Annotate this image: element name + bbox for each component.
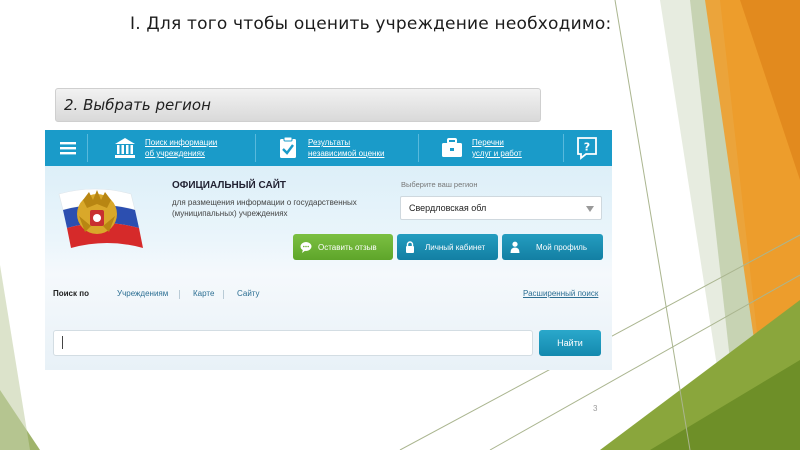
site-description: для размещения информации о государствен…: [172, 198, 357, 218]
nav-label-line1: Перечни: [472, 138, 504, 147]
subtitle-bar: 2. Выбрать регион: [55, 88, 541, 122]
nav-label-line2: независимой оценки: [308, 149, 385, 158]
page-number: 3: [593, 404, 598, 413]
region-label: Выберите ваш регион: [401, 180, 478, 189]
leave-feedback-button[interactable]: Оставить отзыв: [293, 234, 393, 260]
my-profile-label: Мой профиль: [536, 243, 588, 252]
briefcase-icon: [442, 138, 462, 157]
clipboard-check-icon: [280, 136, 296, 158]
user-icon: [510, 241, 520, 253]
institution-building-icon: [115, 138, 135, 158]
site-name: ОФИЦИАЛЬНЫЙ САЙТ: [172, 180, 287, 191]
tab-institutions[interactable]: Учреждениям: [117, 289, 168, 298]
website-screenshot: Поиск информации об учреждениях Результа…: [45, 130, 612, 370]
my-profile-button[interactable]: Мой профиль: [502, 234, 603, 260]
hamburger-icon: [60, 142, 76, 155]
top-navigation-bar: Поиск информации об учреждениях Результа…: [45, 130, 612, 166]
tab-map[interactable]: Карте: [193, 289, 214, 298]
nav-label-line1: Результаты: [308, 138, 351, 147]
tab-site[interactable]: Сайту: [237, 289, 260, 298]
lock-icon: [406, 241, 414, 253]
help-question-icon: ?: [577, 137, 597, 160]
advanced-search-link[interactable]: Расширенный поиск: [523, 289, 598, 298]
svg-text:?: ?: [584, 141, 590, 154]
nav-label-line2: услуг и работ: [472, 149, 522, 158]
slide-title: I. Для того чтобы оценить учреждение нео…: [130, 14, 612, 34]
text-caret: [62, 336, 63, 349]
search-tabs: Поиск по Учреждениям Карте Сайту Расшире…: [45, 284, 612, 304]
subtitle-text: 2. Выбрать регион: [64, 96, 211, 114]
nav-label-line1: Поиск информации: [145, 138, 218, 147]
leave-feedback-label: Оставить отзыв: [318, 243, 377, 252]
personal-cabinet-label: Личный кабинет: [425, 243, 486, 252]
russian-emblem-logo: [58, 188, 143, 248]
region-selected-value: Свердловская обл: [409, 203, 487, 213]
speech-bubble-icon: [300, 242, 312, 253]
find-button[interactable]: Найти: [539, 330, 601, 356]
personal-cabinet-button[interactable]: Личный кабинет: [397, 234, 498, 260]
nav-label-line2: об учреждениях: [145, 149, 205, 158]
region-select[interactable]: Свердловская обл: [400, 196, 602, 220]
search-by-label: Поиск по: [53, 289, 89, 298]
chevron-down-icon: [586, 206, 594, 212]
search-caret-layer: [53, 330, 533, 356]
